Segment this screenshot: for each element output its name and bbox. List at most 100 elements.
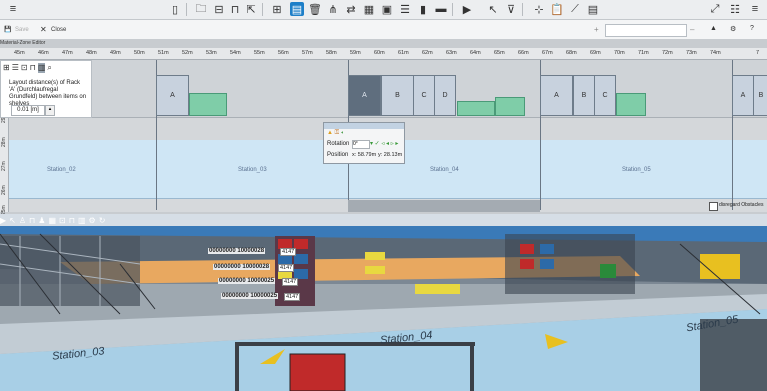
rack-b[interactable]: B bbox=[381, 75, 414, 116]
layout-icon[interactable]: ▦ bbox=[362, 2, 376, 16]
lock-icon: ⚿ bbox=[334, 130, 340, 136]
rotation-label: Rotation bbox=[327, 141, 350, 147]
measure-icon[interactable]: ▥ bbox=[37, 63, 46, 73]
layout-tool-panel: ⊞ ☰ ⊡ ⊓ ▥ ⌕ Layout distance(s) of Rack '… bbox=[0, 60, 92, 118]
trash-icon[interactable]: 🗑 bbox=[308, 2, 322, 16]
storage-icon[interactable]: ⊓ bbox=[69, 216, 75, 228]
sidebar-icon[interactable]: ▯ bbox=[168, 2, 182, 16]
refresh-icon[interactable]: ↻ bbox=[99, 216, 106, 228]
network-icon[interactable]: ⊹ bbox=[532, 2, 546, 16]
stack-icon[interactable]: ☰ bbox=[12, 63, 19, 73]
rack-a[interactable]: A bbox=[540, 75, 573, 116]
3d-view[interactable]: ▶ ↖ ♙ ⊓ ♟ ▦ ⊡ ⊓ ▥ ⚙ ↻ 00000000 10000028 … bbox=[0, 214, 767, 391]
play-icon[interactable]: ▶ bbox=[0, 216, 6, 228]
station-label: Station_04 bbox=[430, 167, 459, 173]
rack-a[interactable]: A bbox=[732, 75, 754, 116]
grid-icon[interactable]: ▦ bbox=[48, 216, 56, 228]
save-button[interactable]: Save bbox=[15, 27, 29, 33]
menu-icon[interactable]: ≡ bbox=[6, 2, 20, 16]
position-y: y: 28.13m bbox=[378, 152, 403, 158]
warning-icon: ▲ bbox=[327, 130, 333, 136]
rotation-input[interactable]: 0° bbox=[352, 140, 370, 149]
layout-distance-input[interactable]: 0.01 [m] bbox=[11, 105, 45, 116]
pointer-icon[interactable]: ↖ bbox=[486, 2, 500, 16]
pointer-icon[interactable]: ↖ bbox=[9, 216, 16, 228]
station-label: Station_03 bbox=[238, 167, 267, 173]
close-button[interactable]: Close bbox=[51, 27, 66, 33]
rack-b[interactable]: B bbox=[753, 75, 767, 116]
item-qty: 4147 bbox=[280, 248, 297, 256]
report-icon[interactable]: ▬ bbox=[434, 2, 448, 16]
shelf[interactable] bbox=[616, 93, 646, 116]
filter-icon[interactable]: ⊽ bbox=[504, 2, 518, 16]
main-toolbar: ≡ ▯ 🗀 ⊟ ⊓ ⇱ ⊞ ▤ 🗑 ⋔ ⇄ ▦ ▣ ☰ ▮ ▬ ▶ ↖ ⊽ ⊹ … bbox=[0, 0, 767, 20]
chart-icon[interactable]: ⟋ bbox=[568, 2, 582, 16]
position-x: x: 58.79m bbox=[352, 152, 377, 158]
bookmark-icon[interactable]: ▮ bbox=[416, 2, 430, 16]
shelf-icon[interactable]: ⊓ bbox=[30, 63, 36, 73]
shelf[interactable] bbox=[457, 101, 495, 116]
folder-icon[interactable]: 🗀 bbox=[194, 2, 208, 16]
popup-icons: ▲ ⚿ ◂ bbox=[327, 130, 343, 137]
layout-distance-stepper[interactable]: ▴ bbox=[45, 105, 55, 116]
editor-title: Material-Zone Editor bbox=[0, 40, 46, 46]
dimension-icon[interactable]: ▤ bbox=[290, 2, 304, 16]
expand-icon[interactable]: ⤢ bbox=[708, 2, 722, 16]
item-label: 00000000 10000028 bbox=[208, 248, 266, 254]
save-icon: 💾 bbox=[4, 27, 12, 33]
object-properties-popup: ▲ ⚿ ◂ Rotation 0° ▾ ✓ ◃ ◂ ▹ ▸ Position x… bbox=[323, 122, 405, 164]
warning-icon[interactable]: ▲ bbox=[710, 25, 717, 32]
disregard-obstacles-checkbox[interactable] bbox=[709, 202, 718, 211]
item-qty: 4147 bbox=[284, 293, 301, 301]
search-icon[interactable]: ⌕ bbox=[47, 63, 51, 73]
image-icon[interactable]: ▣ bbox=[380, 2, 394, 16]
rack-c[interactable]: C bbox=[594, 75, 616, 116]
help-icon[interactable]: ? bbox=[750, 25, 754, 32]
zoom-in-button[interactable]: + bbox=[594, 25, 599, 34]
clipboard-icon[interactable]: 📋 bbox=[550, 2, 564, 16]
list-icon[interactable]: ☷ bbox=[728, 2, 742, 16]
grid-icon[interactable]: ▤ bbox=[586, 2, 600, 16]
flow-icon[interactable]: ⇄ bbox=[344, 2, 358, 16]
person-icon[interactable]: ♙ bbox=[19, 216, 26, 228]
rack-d[interactable]: D bbox=[434, 75, 456, 116]
tree-icon[interactable]: ⋔ bbox=[326, 2, 340, 16]
item-qty: 4147 bbox=[282, 278, 299, 286]
align-icon[interactable]: ☰ bbox=[398, 2, 412, 16]
zoom-out-button[interactable]: – bbox=[690, 25, 694, 34]
rack-a[interactable]: A bbox=[156, 75, 189, 116]
object-select[interactable] bbox=[605, 24, 687, 37]
position-label: Position bbox=[327, 152, 349, 158]
shelf[interactable] bbox=[189, 93, 227, 116]
close-icon: ✕ bbox=[40, 25, 47, 34]
walk-icon[interactable]: ♟ bbox=[38, 216, 45, 228]
rotate-arrows-icon[interactable]: ▾ ✓ ◃ ◂ ▹ ▸ bbox=[370, 140, 398, 147]
horizontal-ruler: 45m 46m 47m 48m 49m 50m 51m 52m 53m 54m … bbox=[0, 48, 767, 60]
shelf-icon[interactable]: ⊓ bbox=[228, 2, 242, 16]
item-label: 00000000 10000025 bbox=[221, 293, 279, 299]
item-qty: 4147 bbox=[278, 264, 295, 272]
settings-icon[interactable]: ⚙ bbox=[89, 216, 96, 228]
rack-b[interactable]: B bbox=[573, 75, 595, 116]
shelf[interactable] bbox=[495, 97, 525, 116]
item-label: 00000000 10000025 bbox=[218, 278, 276, 284]
settings-icon[interactable]: ⚙ bbox=[730, 25, 736, 33]
rack-a-selected[interactable]: A bbox=[348, 75, 381, 116]
more-icon[interactable]: ≡ bbox=[748, 2, 762, 16]
dimension-icon[interactable]: ⊡ bbox=[21, 63, 28, 73]
action-bar: 💾 Save ✕ Close + – ▲ ⚙ ? bbox=[0, 20, 767, 40]
rack-c[interactable]: C bbox=[413, 75, 435, 116]
inbox-icon[interactable]: ⊟ bbox=[212, 2, 226, 16]
shelf-icon[interactable]: ⊓ bbox=[29, 216, 35, 228]
arrow-icon: ◂ bbox=[340, 130, 344, 136]
station-label: Station_02 bbox=[47, 167, 76, 173]
grid-icon[interactable]: ⊞ bbox=[3, 63, 10, 73]
frame-icon[interactable]: ⊞ bbox=[270, 2, 284, 16]
export-icon[interactable]: ⇱ bbox=[244, 2, 258, 16]
disregard-obstacles-label: disregard Obstacles bbox=[719, 202, 764, 208]
station-label: Station_05 bbox=[622, 167, 651, 173]
layout-distance-label: Layout distance(s) of Rack 'A' (Durchlau… bbox=[9, 80, 87, 107]
dimension-icon[interactable]: ⊡ bbox=[59, 216, 66, 228]
play-icon[interactable]: ▶ bbox=[460, 2, 474, 16]
ruler-icon[interactable]: ▥ bbox=[78, 216, 86, 228]
